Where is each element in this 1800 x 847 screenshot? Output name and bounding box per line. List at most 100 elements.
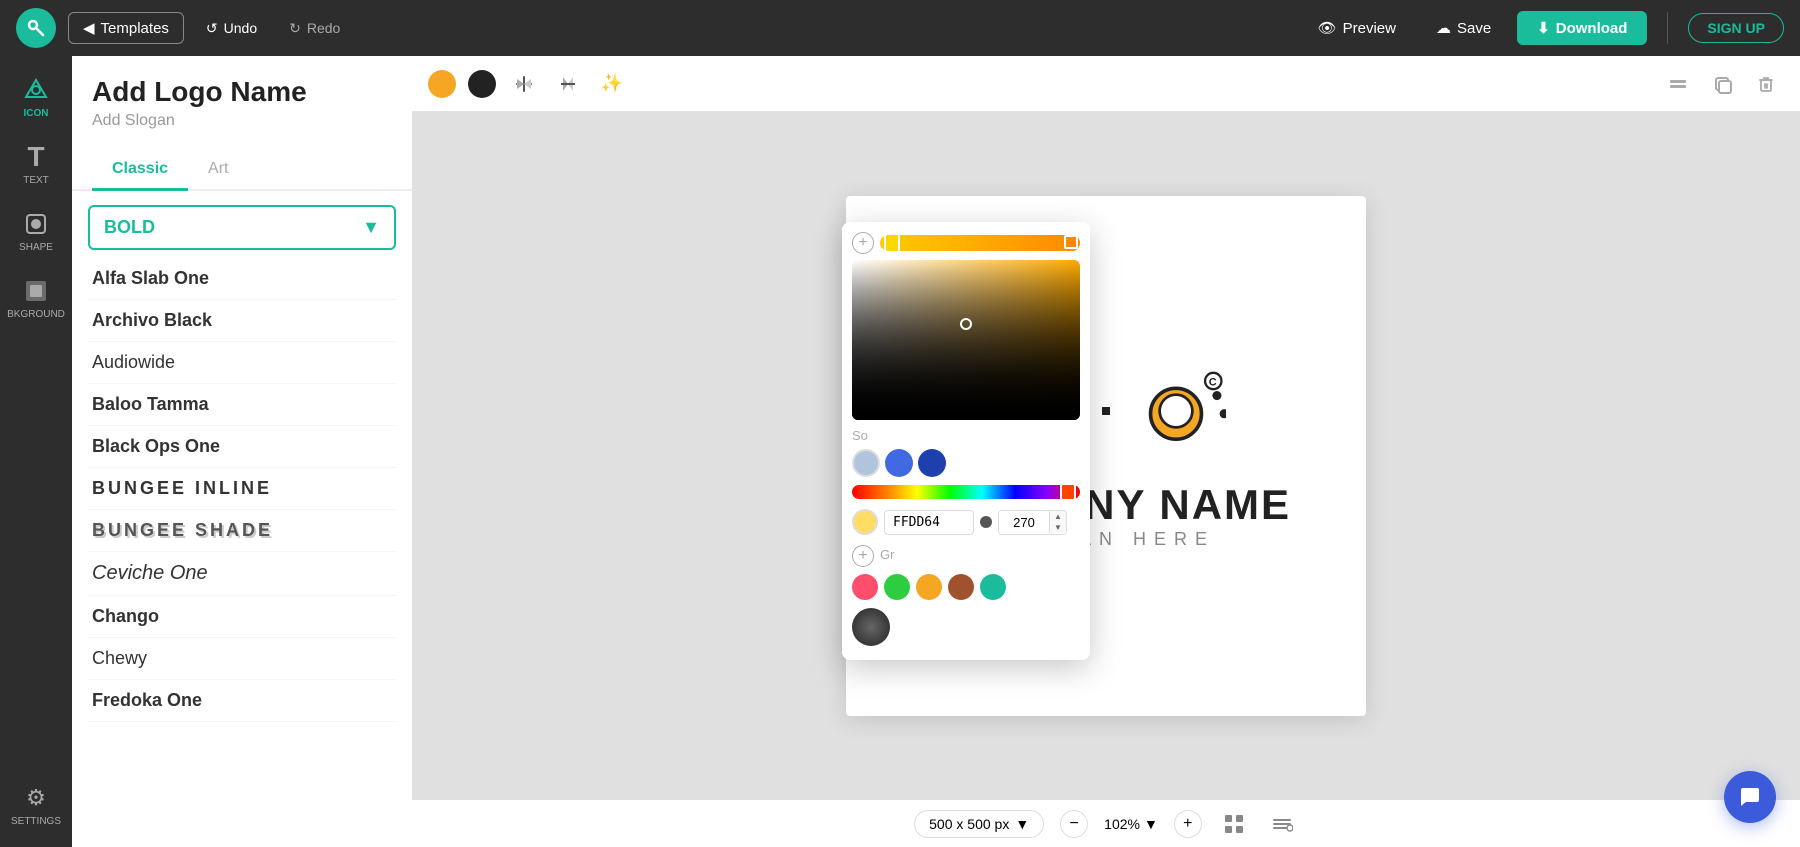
- navbar: ◀ Templates ↺ Undo ↻ Redo 👁 Preview ☁ Sa…: [0, 0, 1800, 56]
- templates-button[interactable]: ◀ Templates: [68, 12, 184, 44]
- text-sidebar-icon: T: [22, 143, 50, 171]
- background-sidebar-icon: [22, 277, 50, 305]
- panel-subtitle: Add Slogan: [92, 112, 392, 130]
- canvas-size-selector[interactable]: 500 x 500 px ▼: [914, 810, 1044, 838]
- zoom-out-button[interactable]: −: [1060, 810, 1088, 838]
- preset-green[interactable]: [884, 574, 910, 600]
- signup-button[interactable]: SIGN UP: [1688, 13, 1784, 43]
- download-icon: ⬇: [1537, 19, 1550, 37]
- opacity-indicator: [980, 516, 992, 528]
- hex-color-preview[interactable]: [852, 509, 878, 535]
- tab-art[interactable]: Art: [188, 150, 248, 191]
- degree-value[interactable]: [999, 511, 1049, 534]
- logo-icon-right: C: [1126, 361, 1226, 461]
- svg-text:C: C: [1209, 377, 1217, 389]
- font-item-archivo[interactable]: Archivo Black: [88, 300, 396, 342]
- preset-swatch-lightblue[interactable]: [852, 449, 880, 477]
- chevron-down-icon: ▼: [362, 217, 380, 238]
- font-item-alfa-slab[interactable]: Alfa Slab One: [88, 258, 396, 300]
- canvas-area: ✨: [412, 56, 1800, 847]
- preset-orange[interactable]: [916, 574, 942, 600]
- degree-up-arrow[interactable]: ▲: [1050, 511, 1066, 522]
- shape-sidebar-icon: [22, 210, 50, 238]
- grid-toggle-button[interactable]: [1218, 808, 1250, 840]
- app-logo[interactable]: [16, 8, 56, 48]
- degree-input[interactable]: ▲ ▼: [998, 510, 1067, 535]
- preset-teal[interactable]: [980, 574, 1006, 600]
- redo-icon: ↻: [289, 20, 301, 37]
- canvas-wrapper: + So: [412, 112, 1800, 799]
- chevron-left-icon: ◀: [83, 19, 95, 37]
- canvas-toolbar-right: [1660, 66, 1784, 102]
- align-button[interactable]: [1266, 808, 1298, 840]
- sidebar-icon-label: ICON: [24, 108, 49, 119]
- font-item-fredoka[interactable]: Fredoka One: [88, 680, 396, 722]
- hex-input[interactable]: [884, 510, 974, 535]
- color-field-thumb[interactable]: [960, 318, 972, 330]
- color-swatch-black[interactable]: [468, 70, 496, 98]
- zoom-chevron-icon: ▼: [1144, 816, 1158, 832]
- icon-sidebar-icon: [22, 76, 50, 104]
- add-gradient-button[interactable]: +: [852, 545, 874, 567]
- redo-button[interactable]: ↻ Redo: [279, 14, 350, 43]
- color-saturation-field[interactable]: [852, 260, 1080, 420]
- sidebar-settings-label: SETTINGS: [11, 816, 61, 827]
- save-button[interactable]: ☁ Save: [1422, 13, 1505, 43]
- save-icon: ☁: [1436, 19, 1451, 37]
- panel-title: Add Logo Name: [92, 76, 392, 108]
- dark-gradient-swatch[interactable]: [852, 608, 890, 646]
- zoom-in-button[interactable]: +: [1174, 810, 1202, 838]
- sidebar-item-icon[interactable]: ICON: [6, 68, 66, 127]
- sidebar-item-background[interactable]: BKGROUND: [6, 269, 66, 328]
- nav-divider: [1667, 12, 1668, 44]
- font-item-audiowide[interactable]: Audiowide: [88, 342, 396, 384]
- hex-row: ▲ ▼: [852, 509, 1080, 535]
- settings-sidebar-icon: ⚙: [22, 784, 50, 812]
- undo-icon: ↺: [206, 20, 218, 37]
- zoom-value[interactable]: 102% ▼: [1104, 816, 1158, 832]
- layers-button[interactable]: [1660, 66, 1696, 102]
- font-item-black-ops[interactable]: Black Ops One: [88, 426, 396, 468]
- preview-button[interactable]: 👁 Preview: [1304, 13, 1410, 43]
- ai-magic-button[interactable]: ✨: [596, 68, 628, 100]
- duplicate-button[interactable]: [1704, 66, 1740, 102]
- degree-down-arrow[interactable]: ▼: [1050, 522, 1066, 533]
- left-panel: Add Logo Name Add Slogan Classic Art BOL…: [72, 56, 412, 847]
- canvas-size-label: 500 x 500 px: [929, 816, 1009, 832]
- preset-pink[interactable]: [852, 574, 878, 600]
- hue-slider[interactable]: [852, 485, 1080, 499]
- solid-label: So: [852, 428, 1080, 443]
- sidebar-text-label: TEXT: [23, 175, 49, 186]
- font-item-baloo[interactable]: Baloo Tamma: [88, 384, 396, 426]
- undo-button[interactable]: ↺ Undo: [196, 14, 267, 43]
- left-panel-header: Add Logo Name Add Slogan: [72, 56, 412, 140]
- eye-icon: 👁: [1318, 19, 1337, 37]
- font-item-chango[interactable]: Chango: [88, 596, 396, 638]
- color-swatch-orange[interactable]: [428, 70, 456, 98]
- degree-arrows: ▲ ▼: [1049, 511, 1066, 533]
- download-button[interactable]: ⬇ Download: [1517, 11, 1647, 45]
- chat-bubble-button[interactable]: [1724, 771, 1776, 823]
- preset-swatch-blue1[interactable]: [885, 449, 913, 477]
- font-selector-label: BOLD: [104, 217, 155, 238]
- tabs-row: Classic Art: [72, 150, 412, 191]
- tab-classic[interactable]: Classic: [92, 150, 188, 191]
- preset-brown[interactable]: [948, 574, 974, 600]
- preset-swatch-blue2[interactable]: [918, 449, 946, 477]
- flip-vertical-button[interactable]: [552, 68, 584, 100]
- add-color-stop-button[interactable]: +: [852, 232, 874, 254]
- flip-horizontal-button[interactable]: [508, 68, 540, 100]
- sidebar-item-shape[interactable]: SHAPE: [6, 202, 66, 261]
- font-item-bungee-shade[interactable]: BUNGEE SHADE: [88, 510, 396, 552]
- sidebar-background-label: BKGROUND: [7, 309, 65, 320]
- font-selector-dropdown[interactable]: BOLD ▼: [88, 205, 396, 250]
- templates-label: Templates: [101, 20, 169, 37]
- chevron-down-icon-size: ▼: [1015, 816, 1029, 832]
- font-item-bungee-inline[interactable]: BUNGEE INLINE: [88, 468, 396, 510]
- sidebar-item-settings[interactable]: ⚙ SETTINGS: [6, 776, 66, 835]
- font-item-ceviche[interactable]: Ceviche One: [88, 552, 396, 596]
- font-item-chewy[interactable]: Chewy: [88, 638, 396, 680]
- delete-button[interactable]: [1748, 66, 1784, 102]
- sidebar-item-text[interactable]: T TEXT: [6, 135, 66, 194]
- font-list: Alfa Slab One Archivo Black Audiowide Ba…: [72, 258, 412, 847]
